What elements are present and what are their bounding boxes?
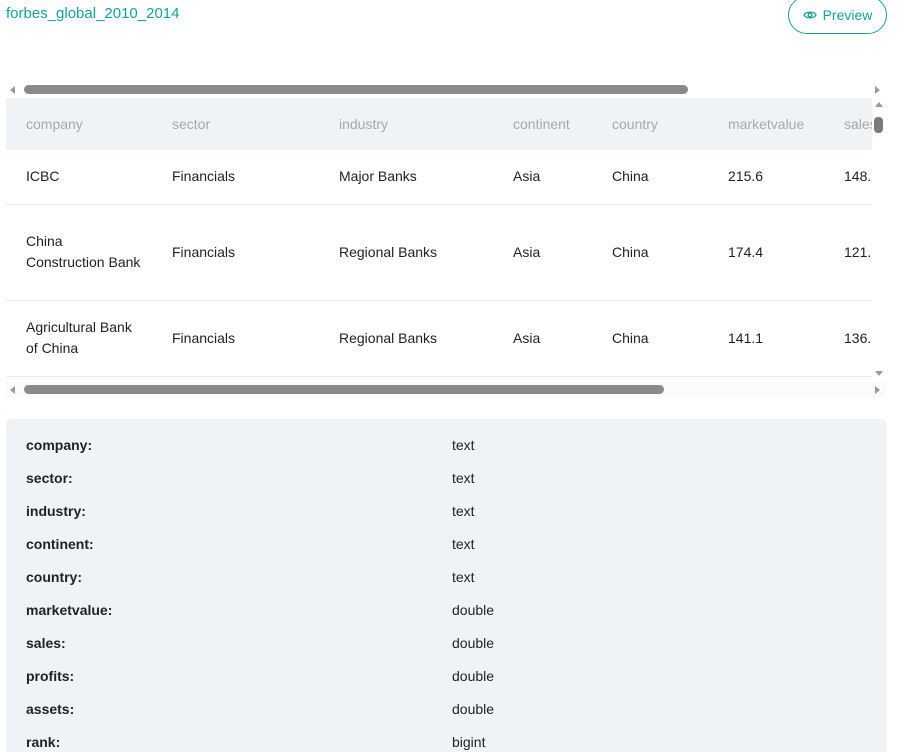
- schema-panel: company: text sector: text industry: tex…: [6, 419, 887, 752]
- cell-country: China: [592, 150, 708, 205]
- horizontal-scrollbar-top[interactable]: [6, 82, 886, 98]
- column-header-country[interactable]: country: [592, 98, 708, 150]
- cell-country: China: [592, 300, 708, 377]
- schema-field-name: country:: [26, 568, 82, 585]
- scroll-up-icon[interactable]: [875, 102, 883, 107]
- cell-company: China Construction Bank: [6, 204, 152, 301]
- schema-field-type: text: [452, 568, 475, 585]
- schema-row: country: text: [6, 560, 887, 593]
- scroll-down-icon[interactable]: [875, 371, 883, 376]
- schema-row: company: text: [6, 428, 887, 461]
- column-header-industry[interactable]: industry: [319, 98, 493, 150]
- schema-row: marketvalue: double: [6, 593, 887, 626]
- schema-field-type: text: [452, 535, 475, 552]
- schema-row: assets: double: [6, 692, 887, 725]
- column-header-marketvalue[interactable]: marketvalue: [708, 98, 824, 150]
- schema-field-type: double: [452, 634, 495, 651]
- schema-field-name: profits:: [26, 667, 75, 684]
- scrollbar-thumb[interactable]: [24, 85, 688, 94]
- scroll-left-icon[interactable]: [10, 86, 15, 94]
- schema-field-type: double: [452, 601, 495, 618]
- schema-row: industry: text: [6, 494, 887, 527]
- column-header-company[interactable]: company: [6, 98, 152, 150]
- scroll-right-icon[interactable]: [875, 386, 880, 394]
- eye-icon: [802, 10, 817, 20]
- scroll-right-icon[interactable]: [875, 86, 880, 94]
- horizontal-scrollbar-bottom[interactable]: [6, 382, 886, 398]
- cell-continent: Asia: [493, 204, 592, 301]
- cell-country: China: [592, 204, 708, 301]
- scroll-left-icon[interactable]: [10, 386, 15, 394]
- cell-industry: Regional Banks: [319, 204, 493, 301]
- schema-row: profits: double: [6, 659, 887, 692]
- column-header-continent[interactable]: continent: [493, 98, 592, 150]
- cell-company: Agricultural Bank of China: [6, 300, 152, 377]
- schema-field-name: rank:: [26, 733, 61, 750]
- cell-marketvalue: 174.4: [708, 204, 824, 301]
- table-row: China Construction Bank Financials Regio…: [6, 204, 872, 301]
- cell-sales: 148.: [824, 150, 872, 205]
- cell-industry: Major Banks: [319, 150, 493, 205]
- schema-field-name: sector:: [26, 469, 73, 486]
- schema-field-type: text: [452, 469, 475, 486]
- table-header-row: company sector industry continent countr…: [6, 98, 872, 150]
- schema-field-name: company:: [26, 436, 93, 453]
- schema-field-type: double: [452, 667, 495, 684]
- dataset-title: forbes_global_2010_2014: [6, 5, 180, 22]
- cell-sector: Financials: [152, 300, 319, 377]
- schema-field-type: bigint: [452, 733, 486, 750]
- cell-sector: Financials: [152, 150, 319, 205]
- table-row: Agricultural Bank of China Financials Re…: [6, 300, 872, 377]
- vertical-scrollbar-thumb[interactable]: [874, 117, 883, 133]
- schema-field-name: marketvalue:: [26, 601, 113, 618]
- schema-row: rank: bigint: [6, 725, 887, 752]
- scrollbar-thumb[interactable]: [24, 385, 664, 394]
- schema-row: sales: double: [6, 626, 887, 659]
- schema-field-name: sales:: [26, 634, 66, 651]
- column-header-sales[interactable]: sales: [824, 98, 872, 150]
- data-preview-table: company sector industry continent countr…: [6, 98, 872, 378]
- preview-label: Preview: [822, 7, 873, 23]
- schema-field-name: assets:: [26, 700, 75, 717]
- schema-field-type: text: [452, 436, 475, 453]
- table-row: ICBC Financials Major Banks Asia China 2…: [6, 150, 872, 205]
- column-header-sector[interactable]: sector: [152, 98, 319, 150]
- cell-sector: Financials: [152, 204, 319, 301]
- cell-sales: 121.: [824, 204, 872, 301]
- cell-continent: Asia: [493, 150, 592, 205]
- cell-marketvalue: 215.6: [708, 150, 824, 205]
- cell-marketvalue: 141.1: [708, 300, 824, 377]
- cell-continent: Asia: [493, 300, 592, 377]
- schema-row: continent: text: [6, 527, 887, 560]
- cell-sales: 136.: [824, 300, 872, 377]
- schema-row: sector: text: [6, 461, 887, 494]
- cell-industry: Regional Banks: [319, 300, 493, 377]
- preview-button[interactable]: Preview: [788, 0, 887, 34]
- vertical-scrollbar[interactable]: [872, 98, 886, 380]
- schema-field-type: double: [452, 700, 495, 717]
- schema-field-type: text: [452, 502, 475, 519]
- cell-company: ICBC: [6, 150, 152, 205]
- schema-field-name: industry:: [26, 502, 86, 519]
- schema-field-name: continent:: [26, 535, 94, 552]
